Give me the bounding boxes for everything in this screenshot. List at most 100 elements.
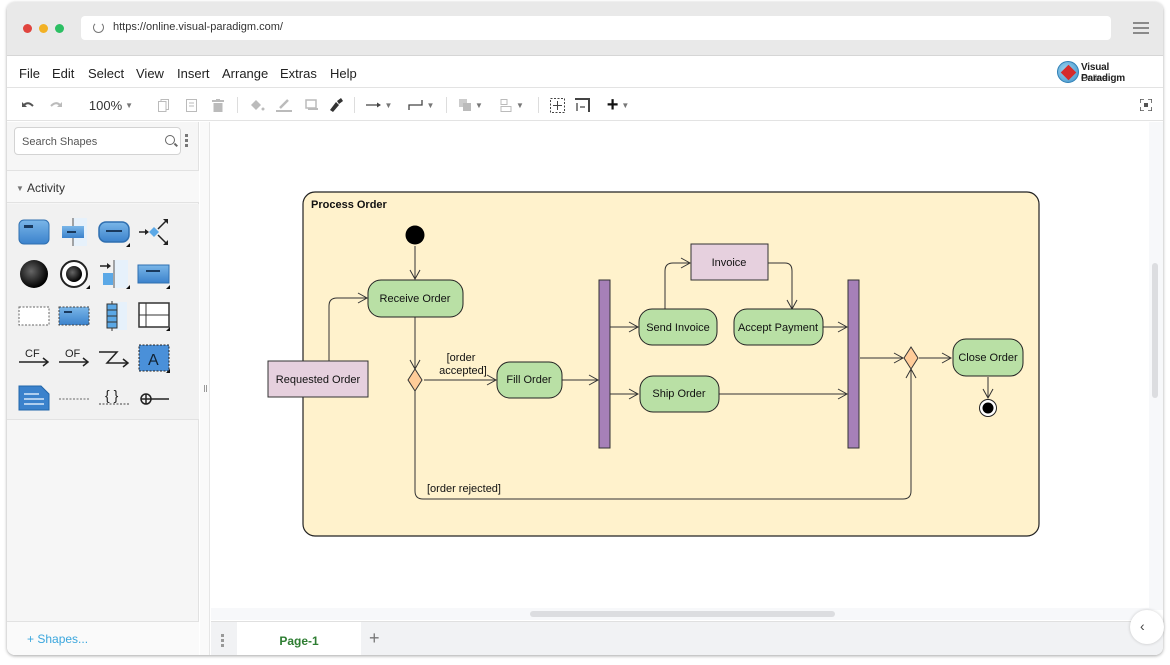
- drag-handle-icon[interactable]: [204, 385, 207, 392]
- object-flow-shape[interactable]: OF: [57, 342, 91, 374]
- menu-insert[interactable]: Insert: [177, 66, 210, 81]
- fullscreen-button[interactable]: [1138, 96, 1154, 114]
- pencil-line-icon: [276, 99, 292, 112]
- chevron-down-icon: ▼: [475, 100, 483, 110]
- fill-color-button[interactable]: [248, 96, 266, 114]
- line-color-button[interactable]: [275, 96, 293, 114]
- format-painter-icon: [330, 98, 343, 112]
- maximize-window-button[interactable]: [55, 24, 64, 33]
- partition-table-shape[interactable]: [137, 300, 171, 332]
- select-all-button[interactable]: [548, 96, 566, 114]
- flow-final-shape[interactable]: [137, 382, 171, 414]
- toolbar-divider: [354, 97, 355, 113]
- shadow-button[interactable]: [303, 96, 319, 114]
- horizontal-scrollbar[interactable]: [211, 608, 1149, 620]
- action-label: Receive Order: [380, 293, 451, 305]
- initial-node[interactable]: [405, 225, 425, 245]
- activity-section-header[interactable]: ▼ Activity: [7, 170, 199, 203]
- undo-button[interactable]: [19, 96, 37, 114]
- shadow-icon: [304, 99, 318, 110]
- final-node-shape[interactable]: [57, 258, 91, 290]
- join-bar[interactable]: [847, 279, 860, 449]
- connector-style-dropdown[interactable]: ▼: [363, 96, 395, 114]
- redo-button[interactable]: [47, 96, 65, 114]
- insert-dropdown[interactable]: + ▼: [602, 94, 634, 116]
- action-label: Accept Payment: [738, 322, 818, 334]
- zoom-dropdown[interactable]: 100% ▼: [85, 96, 137, 114]
- paste-button[interactable]: [183, 96, 199, 114]
- add-page-button[interactable]: +: [369, 628, 380, 649]
- zoom-level: 100%: [88, 97, 123, 113]
- dashed-line-shape[interactable]: [57, 382, 91, 414]
- constraint-shape[interactable]: { }: [97, 382, 131, 414]
- exception-handler-shape[interactable]: [97, 342, 131, 374]
- format-painter-button[interactable]: [327, 96, 345, 114]
- toolbar-divider: [446, 97, 447, 113]
- menu-help[interactable]: Help: [330, 66, 357, 81]
- tab-page-1[interactable]: Page-1: [237, 622, 361, 655]
- control-flow-shape[interactable]: CF: [17, 342, 51, 374]
- menu-edit[interactable]: Edit: [52, 66, 74, 81]
- send-signal-shape[interactable]: [97, 258, 131, 290]
- guard-accepted: accepted]: [439, 365, 487, 377]
- close-window-button[interactable]: [23, 24, 32, 33]
- trash-icon: [212, 98, 224, 112]
- guard-accepted: [order: [447, 352, 476, 364]
- note-shape[interactable]: [17, 382, 51, 414]
- copy-icon: [157, 98, 169, 112]
- search-icon[interactable]: [165, 135, 175, 145]
- vertical-scroll-thumb[interactable]: [1152, 263, 1158, 398]
- waypoint-style-dropdown[interactable]: ▼: [405, 96, 437, 114]
- fit-page-button[interactable]: [573, 96, 591, 114]
- fork-bar[interactable]: [598, 279, 611, 449]
- undo-icon: [22, 102, 34, 107]
- reload-icon[interactable]: [93, 22, 104, 33]
- sidebar-splitter[interactable]: [200, 122, 210, 655]
- browser-chrome: https://online.visual-paradigm.com/: [7, 2, 1163, 56]
- url-text[interactable]: https://online.visual-paradigm.com/: [113, 21, 283, 33]
- svg-text:OF: OF: [65, 348, 81, 360]
- paint-bucket-icon: [251, 99, 265, 110]
- minimize-window-button[interactable]: [39, 24, 48, 33]
- bring-front-icon: [459, 99, 472, 111]
- sidebar-options-icon[interactable]: [185, 134, 188, 149]
- dashed-action-shape[interactable]: [57, 300, 91, 332]
- pages-menu-icon[interactable]: [221, 634, 224, 649]
- copy-button[interactable]: [155, 96, 171, 114]
- action-label: Ship Order: [652, 388, 706, 400]
- menu-file[interactable]: File: [19, 66, 40, 81]
- more-shapes-button[interactable]: + Shapes...: [7, 621, 199, 655]
- search-placeholder: Search Shapes: [22, 136, 98, 148]
- menu-select[interactable]: Select: [88, 66, 124, 81]
- object-label: Invoice: [712, 257, 747, 269]
- activity-shape[interactable]: [97, 216, 131, 248]
- chevron-down-icon: ▼: [621, 100, 630, 110]
- action-rect-shape[interactable]: [137, 258, 171, 290]
- browser-menu-icon[interactable]: [1133, 22, 1149, 34]
- horizontal-scroll-thumb[interactable]: [530, 611, 835, 617]
- chevron-down-icon: ▼: [516, 100, 524, 110]
- initial-node-shape[interactable]: [17, 258, 51, 290]
- vertical-scrollbar[interactable]: [1149, 122, 1163, 610]
- address-bar[interactable]: https://online.visual-paradigm.com/: [81, 16, 1111, 40]
- search-shapes-input[interactable]: Search Shapes: [14, 127, 181, 155]
- align-dropdown[interactable]: ▼: [496, 96, 528, 114]
- menu-arrange[interactable]: Arrange: [222, 66, 268, 81]
- fork-decision-shape[interactable]: [137, 216, 171, 248]
- shapes-sidebar: Search Shapes ▼ Activity CF OF A {} + S…: [7, 122, 199, 655]
- collapse-panel-button[interactable]: ‹: [1130, 610, 1164, 644]
- menu-view[interactable]: View: [136, 66, 164, 81]
- toolbar-divider: [538, 97, 539, 113]
- plus-icon: +: [606, 94, 619, 116]
- pin-stack-shape[interactable]: [97, 300, 131, 332]
- delete-button[interactable]: [210, 96, 226, 114]
- diagram-canvas[interactable]: Process Order Requested Order Receive Or…: [211, 122, 1149, 610]
- section-title: Activity: [27, 181, 66, 195]
- action-shape[interactable]: [17, 216, 51, 248]
- menu-extras[interactable]: Extras: [280, 66, 317, 81]
- arrange-front-dropdown[interactable]: ▼: [455, 96, 487, 114]
- text-annotation-shape[interactable]: A: [137, 342, 171, 374]
- dashed-region-shape[interactable]: [17, 300, 51, 332]
- swimlane-action-shape[interactable]: [57, 216, 91, 248]
- more-shapes-label: + Shapes...: [27, 632, 89, 646]
